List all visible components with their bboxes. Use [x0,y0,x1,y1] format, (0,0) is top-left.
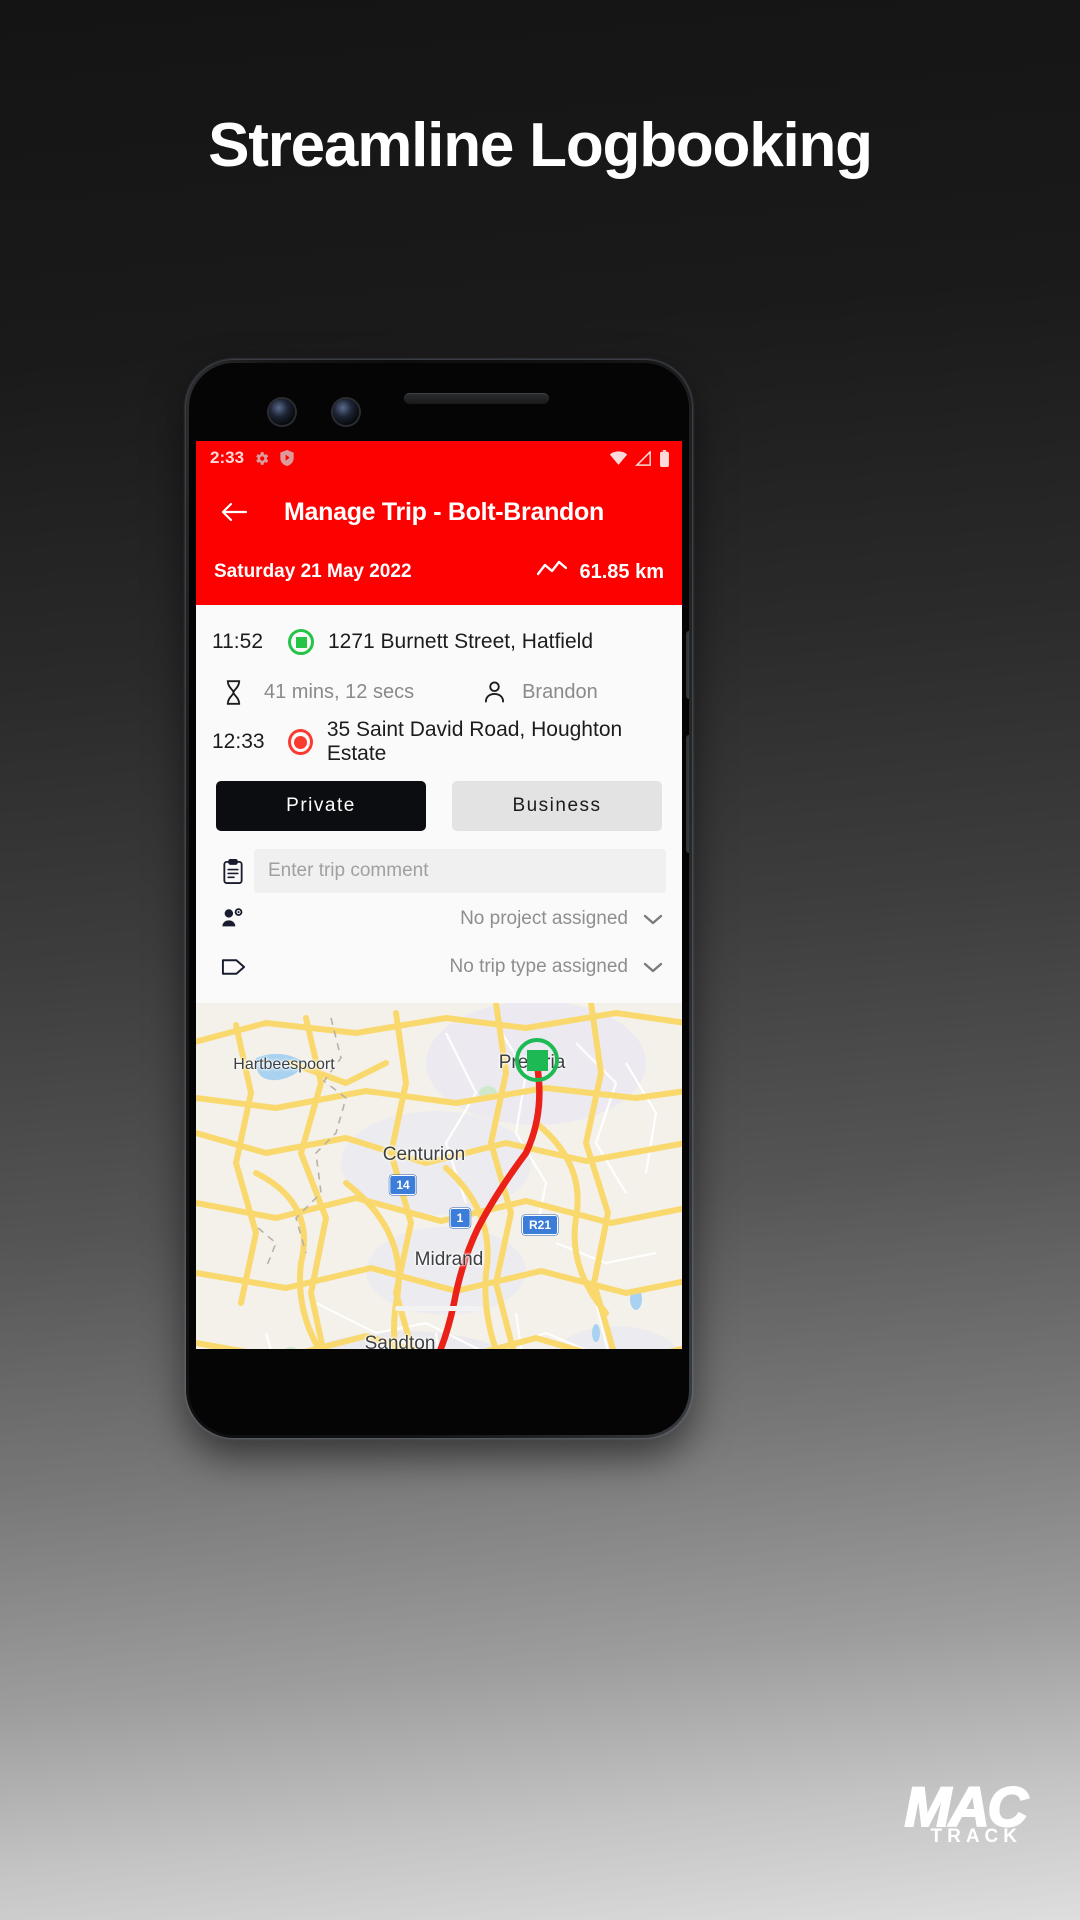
trend-line-icon [537,560,568,584]
comment-placeholder: Enter trip comment [268,860,429,881]
earpiece-speaker [404,393,549,404]
map-canvas [196,1003,682,1349]
trip-driver: Brandon [522,680,598,703]
trip-date: Saturday 21 May 2022 [214,561,412,582]
chevron-down-icon[interactable] [640,961,666,974]
end-marker-icon [288,729,313,755]
title-row: Manage Trip - Bolt-Brandon [196,475,682,549]
trip-type-row[interactable]: No trip type assigned [212,943,666,991]
trip-meta-row: 41 mins, 12 secs Brandon [212,667,666,717]
map-start-marker[interactable] [515,1038,559,1082]
home-indicator [395,1306,483,1311]
highway-shield-r21: R21 [521,1215,559,1235]
trip-duration: 41 mins, 12 secs [264,680,415,703]
trip-end-time: 12:33 [212,730,265,753]
status-bar-time: 2:33 [210,448,245,467]
map-label-sandton: Sandton [364,1333,436,1349]
trip-type-value: No trip type assigned [449,956,629,977]
tag-icon [212,957,254,977]
page-title: Manage Trip - Bolt-Brandon [284,497,604,526]
front-sensor-icon [333,399,359,425]
trip-distance-group: 61.85 km [537,560,664,584]
user-settings-icon [212,907,254,931]
signal-icon [635,450,652,466]
trip-start-time: 11:52 [212,630,263,653]
phone-device: 2:33 Manage Trip - Bolt-Brandon Saturday… [186,360,692,1438]
trip-start-row: 11:52 1271 Burnett Street, Hatfield [212,617,666,667]
brand-watermark: MAC TRACK [903,1774,1029,1848]
hourglass-icon [212,679,254,705]
trip-start-address: 1271 Burnett Street, Hatfield [328,630,593,653]
power-button[interactable] [686,631,689,699]
front-camera-icon [269,399,295,425]
map-label-hartbeespoort: Hartbeespoort [233,1056,335,1073]
start-marker-icon [288,629,314,655]
clipboard-icon [212,858,254,884]
trip-details: 11:52 1271 Burnett Street, Hatfield 41 m… [196,605,682,991]
classification-toggle-group: Private Business [216,781,662,831]
trip-distance: 61.85 km [579,560,664,583]
app-bar: 2:33 Manage Trip - Bolt-Brandon Saturday… [196,441,682,605]
volume-button[interactable] [686,735,689,853]
project-row[interactable]: No project assigned [212,895,666,943]
highway-shield-1: 1 [449,1208,471,1228]
comment-input[interactable]: Enter trip comment [254,849,666,893]
highway-shield-14: 14 [389,1175,417,1195]
gear-icon [253,450,270,467]
phone-body: 2:33 Manage Trip - Bolt-Brandon Saturday… [189,363,689,1435]
date-distance-row: Saturday 21 May 2022 61.85 km [196,549,682,605]
person-icon [474,680,514,704]
back-arrow-icon[interactable] [214,501,254,523]
phone-screen: 2:33 Manage Trip - Bolt-Brandon Saturday… [196,441,682,1349]
promo-headline: Streamline Logbooking [208,111,873,180]
battery-icon [659,449,670,467]
trip-end-address: 35 Saint David Road, Houghton Estate [326,718,623,765]
comment-row: Enter trip comment [212,847,666,895]
project-value: No project assigned [460,908,628,929]
private-button[interactable]: Private [216,781,426,831]
status-bar: 2:33 [196,441,682,475]
wifi-icon [609,450,628,466]
trip-end-row: 12:33 35 Saint David Road, Houghton Esta… [212,717,666,767]
business-button[interactable]: Business [452,781,662,831]
map-label-midrand: Midrand [414,1249,484,1270]
chevron-down-icon[interactable] [640,913,666,926]
trip-map[interactable]: Hartbeespoort Pretoria Centurion Midrand… [196,1003,682,1349]
shield-play-icon [279,449,295,467]
watermark-main: MAC [903,1774,1029,1838]
map-label-centurion: Centurion [382,1144,466,1165]
